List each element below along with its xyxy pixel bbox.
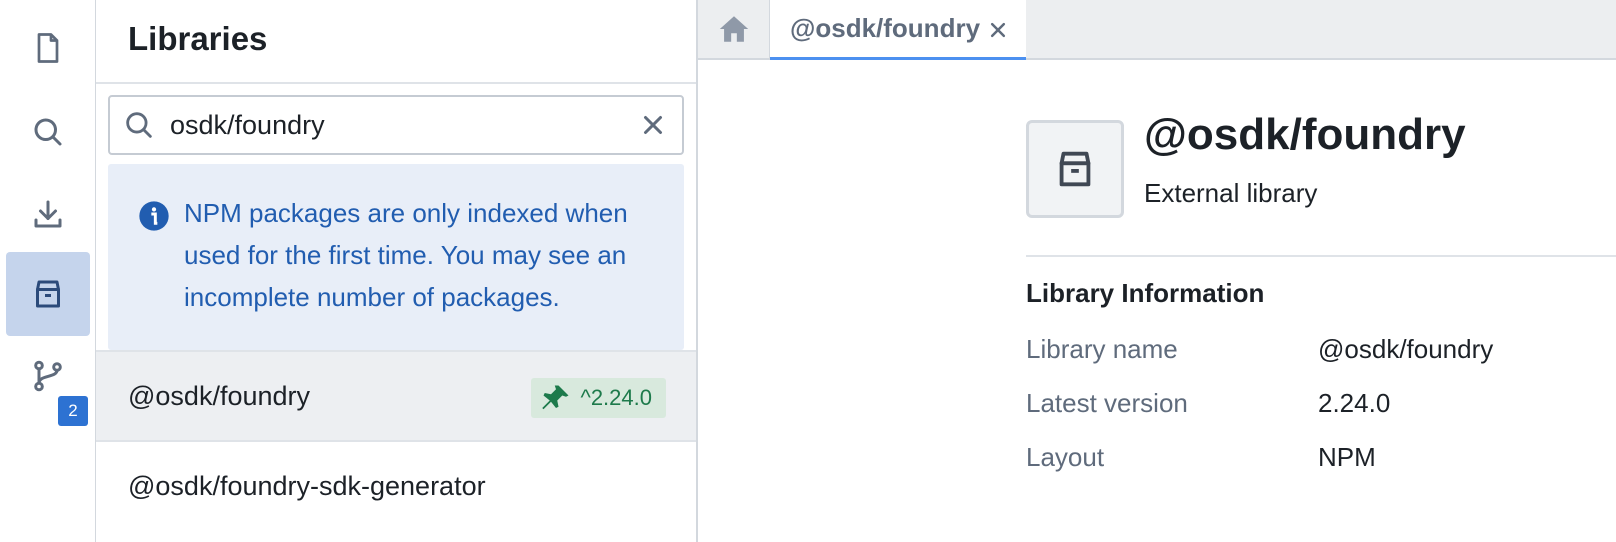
library-detail-view: @osdk/foundry External library Library I… [698, 60, 1616, 542]
info-key: Layout [1026, 442, 1105, 472]
clear-search-icon[interactable] [638, 110, 668, 140]
library-subtitle: External library [1144, 178, 1318, 208]
panel-header-divider [96, 82, 696, 84]
import-rail-button[interactable] [6, 172, 90, 256]
home-tab[interactable] [698, 0, 770, 58]
info-value: 2.24.0 [1318, 388, 1391, 418]
section-divider [1026, 255, 1616, 257]
close-tab-icon[interactable] [988, 20, 1008, 40]
panel-title: Libraries [128, 20, 268, 57]
git-branch-icon [34, 360, 62, 392]
pinned-version-tag: ^2.24.0 [530, 378, 666, 418]
search-rail-button[interactable] [6, 90, 90, 174]
document-icon [37, 33, 59, 63]
npm-indexing-callout: NPM packages are only indexed when used … [108, 164, 684, 350]
library-information-heading: Library Information [1026, 278, 1265, 308]
library-search-input[interactable] [170, 109, 610, 141]
search-icon [34, 118, 62, 146]
library-search-box [108, 95, 684, 155]
info-icon [139, 201, 169, 231]
info-key: Latest version [1026, 388, 1188, 418]
library-result-item[interactable]: @osdk/foundry-sdk-generator [96, 440, 696, 530]
libraries-panel: Libraries NPM packages are only indexed … [96, 0, 698, 542]
library-result-name: @osdk/foundry [128, 380, 310, 411]
info-value: @osdk/foundry [1318, 334, 1494, 364]
home-icon [719, 16, 748, 42]
pin-icon [541, 385, 568, 410]
libraries-rail-button[interactable] [6, 252, 90, 336]
package-icon [36, 280, 60, 308]
import-icon [34, 200, 62, 228]
callout-message: NPM packages are only indexed when used … [184, 198, 628, 312]
version-tag-label: ^2.24.0 [580, 385, 653, 410]
tab-osdk-foundry[interactable]: @osdk/foundry [770, 0, 1026, 60]
search-icon [126, 112, 152, 138]
info-value: NPM [1318, 442, 1376, 472]
package-tile [1026, 120, 1124, 218]
branch-count-badge: 2 [58, 396, 88, 426]
library-result-item[interactable]: @osdk/foundry ^2.24.0 [96, 350, 696, 440]
tab-bar: @osdk/foundry [698, 0, 1616, 60]
library-title: @osdk/foundry [1144, 110, 1466, 159]
activity-rail: 2 [0, 0, 96, 542]
package-icon [1059, 151, 1091, 187]
info-key: Library name [1026, 334, 1178, 364]
files-rail-button[interactable] [6, 6, 90, 90]
library-result-name: @osdk/foundry-sdk-generator [128, 470, 486, 501]
tab-label: @osdk/foundry [790, 13, 981, 43]
